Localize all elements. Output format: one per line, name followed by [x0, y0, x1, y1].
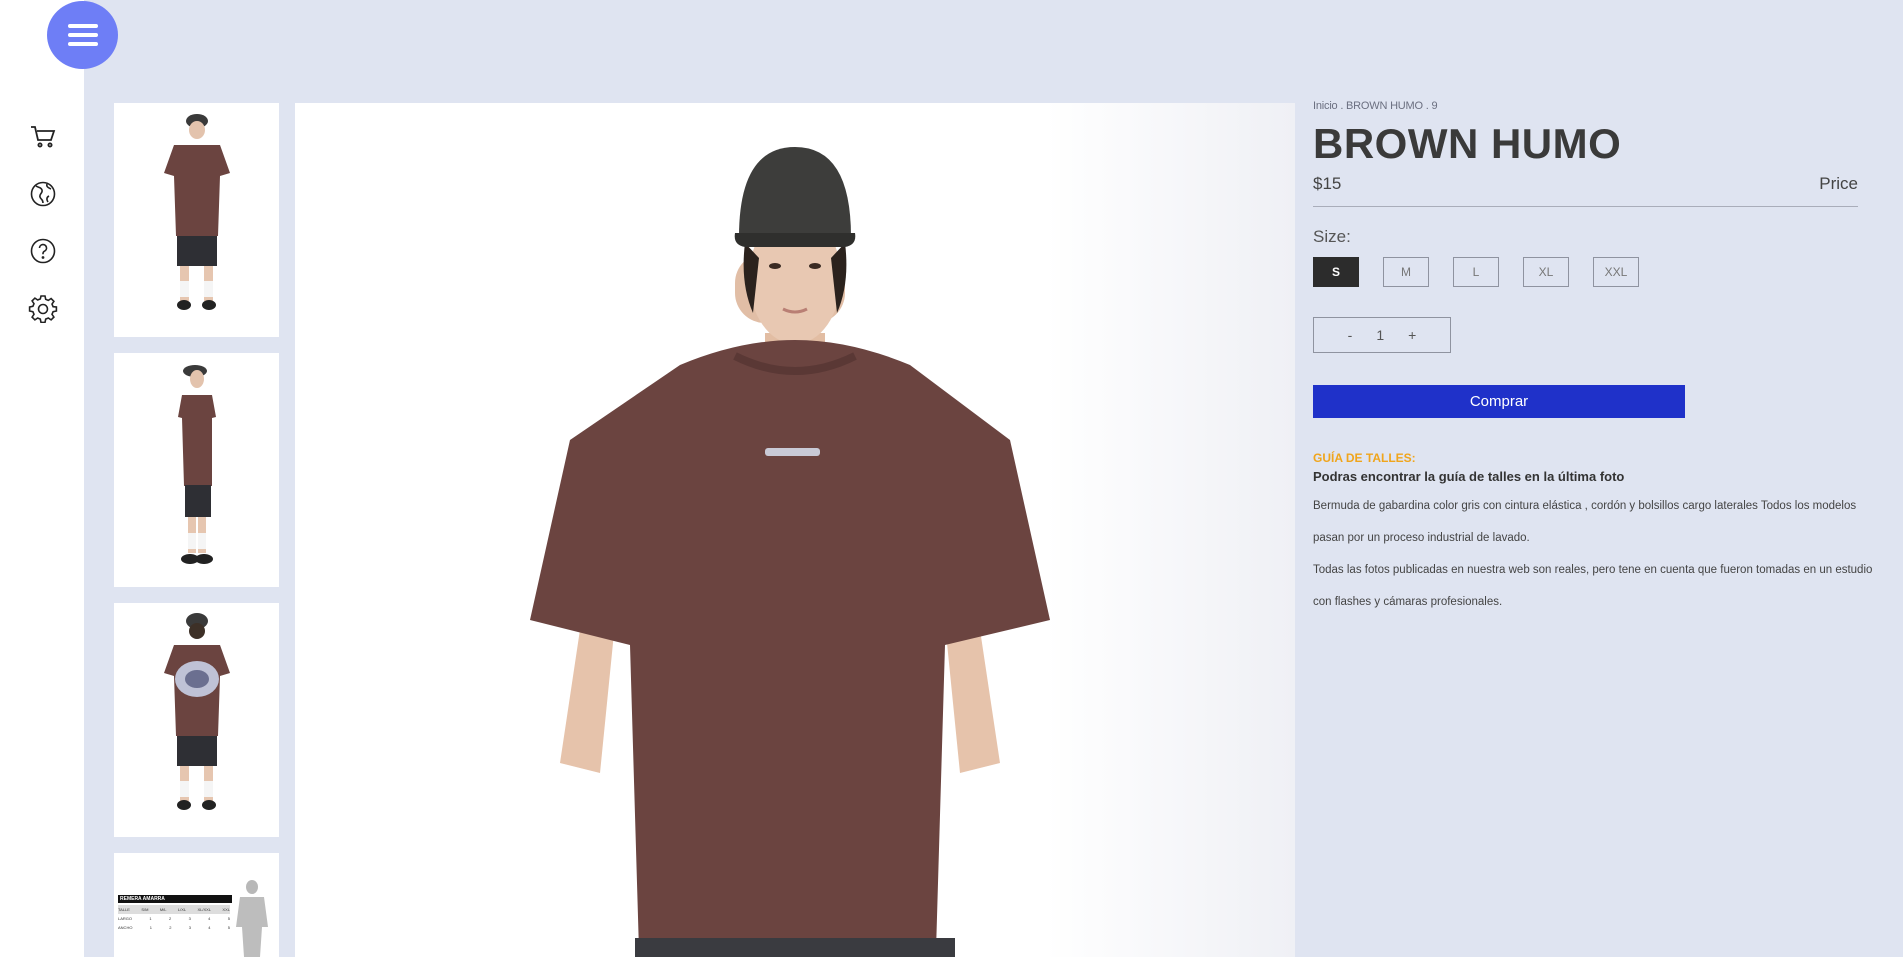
size-selector: S M L XL XXL — [1313, 257, 1873, 287]
globe-icon[interactable] — [27, 178, 59, 210]
breadcrumb[interactable]: Inicio . BROWN HUMO . 9 — [1313, 100, 1873, 112]
help-icon[interactable] — [27, 235, 59, 267]
menu-button[interactable] — [47, 1, 118, 69]
divider — [1313, 206, 1858, 207]
model-side-photo — [178, 365, 216, 564]
size-chart-title: REMERA AMARRA — [118, 895, 232, 903]
thumbnail-size-chart[interactable]: REMERA AMARRA TALLE S/M M/L L/XL XL/XXL XXL L… — [114, 853, 279, 957]
sidebar — [0, 0, 84, 957]
price-label: Price — [1819, 174, 1858, 193]
model-main-photo — [530, 147, 1050, 957]
model-back-photo — [164, 613, 230, 810]
body-silhouette-icon — [236, 880, 268, 957]
quantity-increase-button[interactable]: + — [1408, 327, 1416, 343]
thumbnail-back[interactable] — [114, 603, 279, 837]
hamburger-icon — [67, 24, 98, 46]
main-product-image — [295, 103, 1295, 957]
size-chart-table: TALLE S/M M/L L/XL XL/XXL XXL LARGO 1 2 3 4 5 ANCH… — [118, 905, 230, 930]
quantity-decrease-button[interactable]: - — [1348, 327, 1353, 343]
quantity-value[interactable]: 1 — [1376, 327, 1384, 343]
price-row: $15 Price — [1313, 174, 1858, 194]
size-guide-title: GUÍA DE TALLES: — [1313, 451, 1416, 465]
size-option-xxl[interactable]: XXL — [1593, 257, 1639, 287]
description-paragraph: Todas las fotos publicadas en nuestra we… — [1313, 564, 1873, 608]
thumbnail-side[interactable] — [114, 353, 279, 587]
description-paragraph: Bermuda de gabardina color gris con cint… — [1313, 500, 1857, 544]
size-option-xl[interactable]: XL — [1523, 257, 1569, 287]
thumbnail-front[interactable] — [114, 103, 279, 337]
size-option-s[interactable]: S — [1313, 257, 1359, 287]
product-description: Bermuda de gabardina color gris con cint… — [1313, 490, 1873, 618]
product-info: Inicio . BROWN HUMO . 9 BROWN HUMO $15 P… — [1313, 100, 1873, 618]
model-front-photo — [164, 114, 230, 310]
cart-icon[interactable] — [27, 121, 59, 153]
quantity-stepper: - 1 + — [1313, 317, 1451, 353]
size-option-l[interactable]: L — [1453, 257, 1499, 287]
size-guide-subtitle: Podras encontrar la guía de talles en la… — [1313, 469, 1625, 484]
buy-button[interactable]: Comprar — [1313, 385, 1685, 418]
gear-icon[interactable] — [27, 292, 59, 324]
product-title: BROWN HUMO — [1313, 120, 1622, 167]
size-option-m[interactable]: M — [1383, 257, 1429, 287]
product-price: $15 — [1313, 174, 1342, 193]
size-label: Size: — [1313, 227, 1351, 246]
